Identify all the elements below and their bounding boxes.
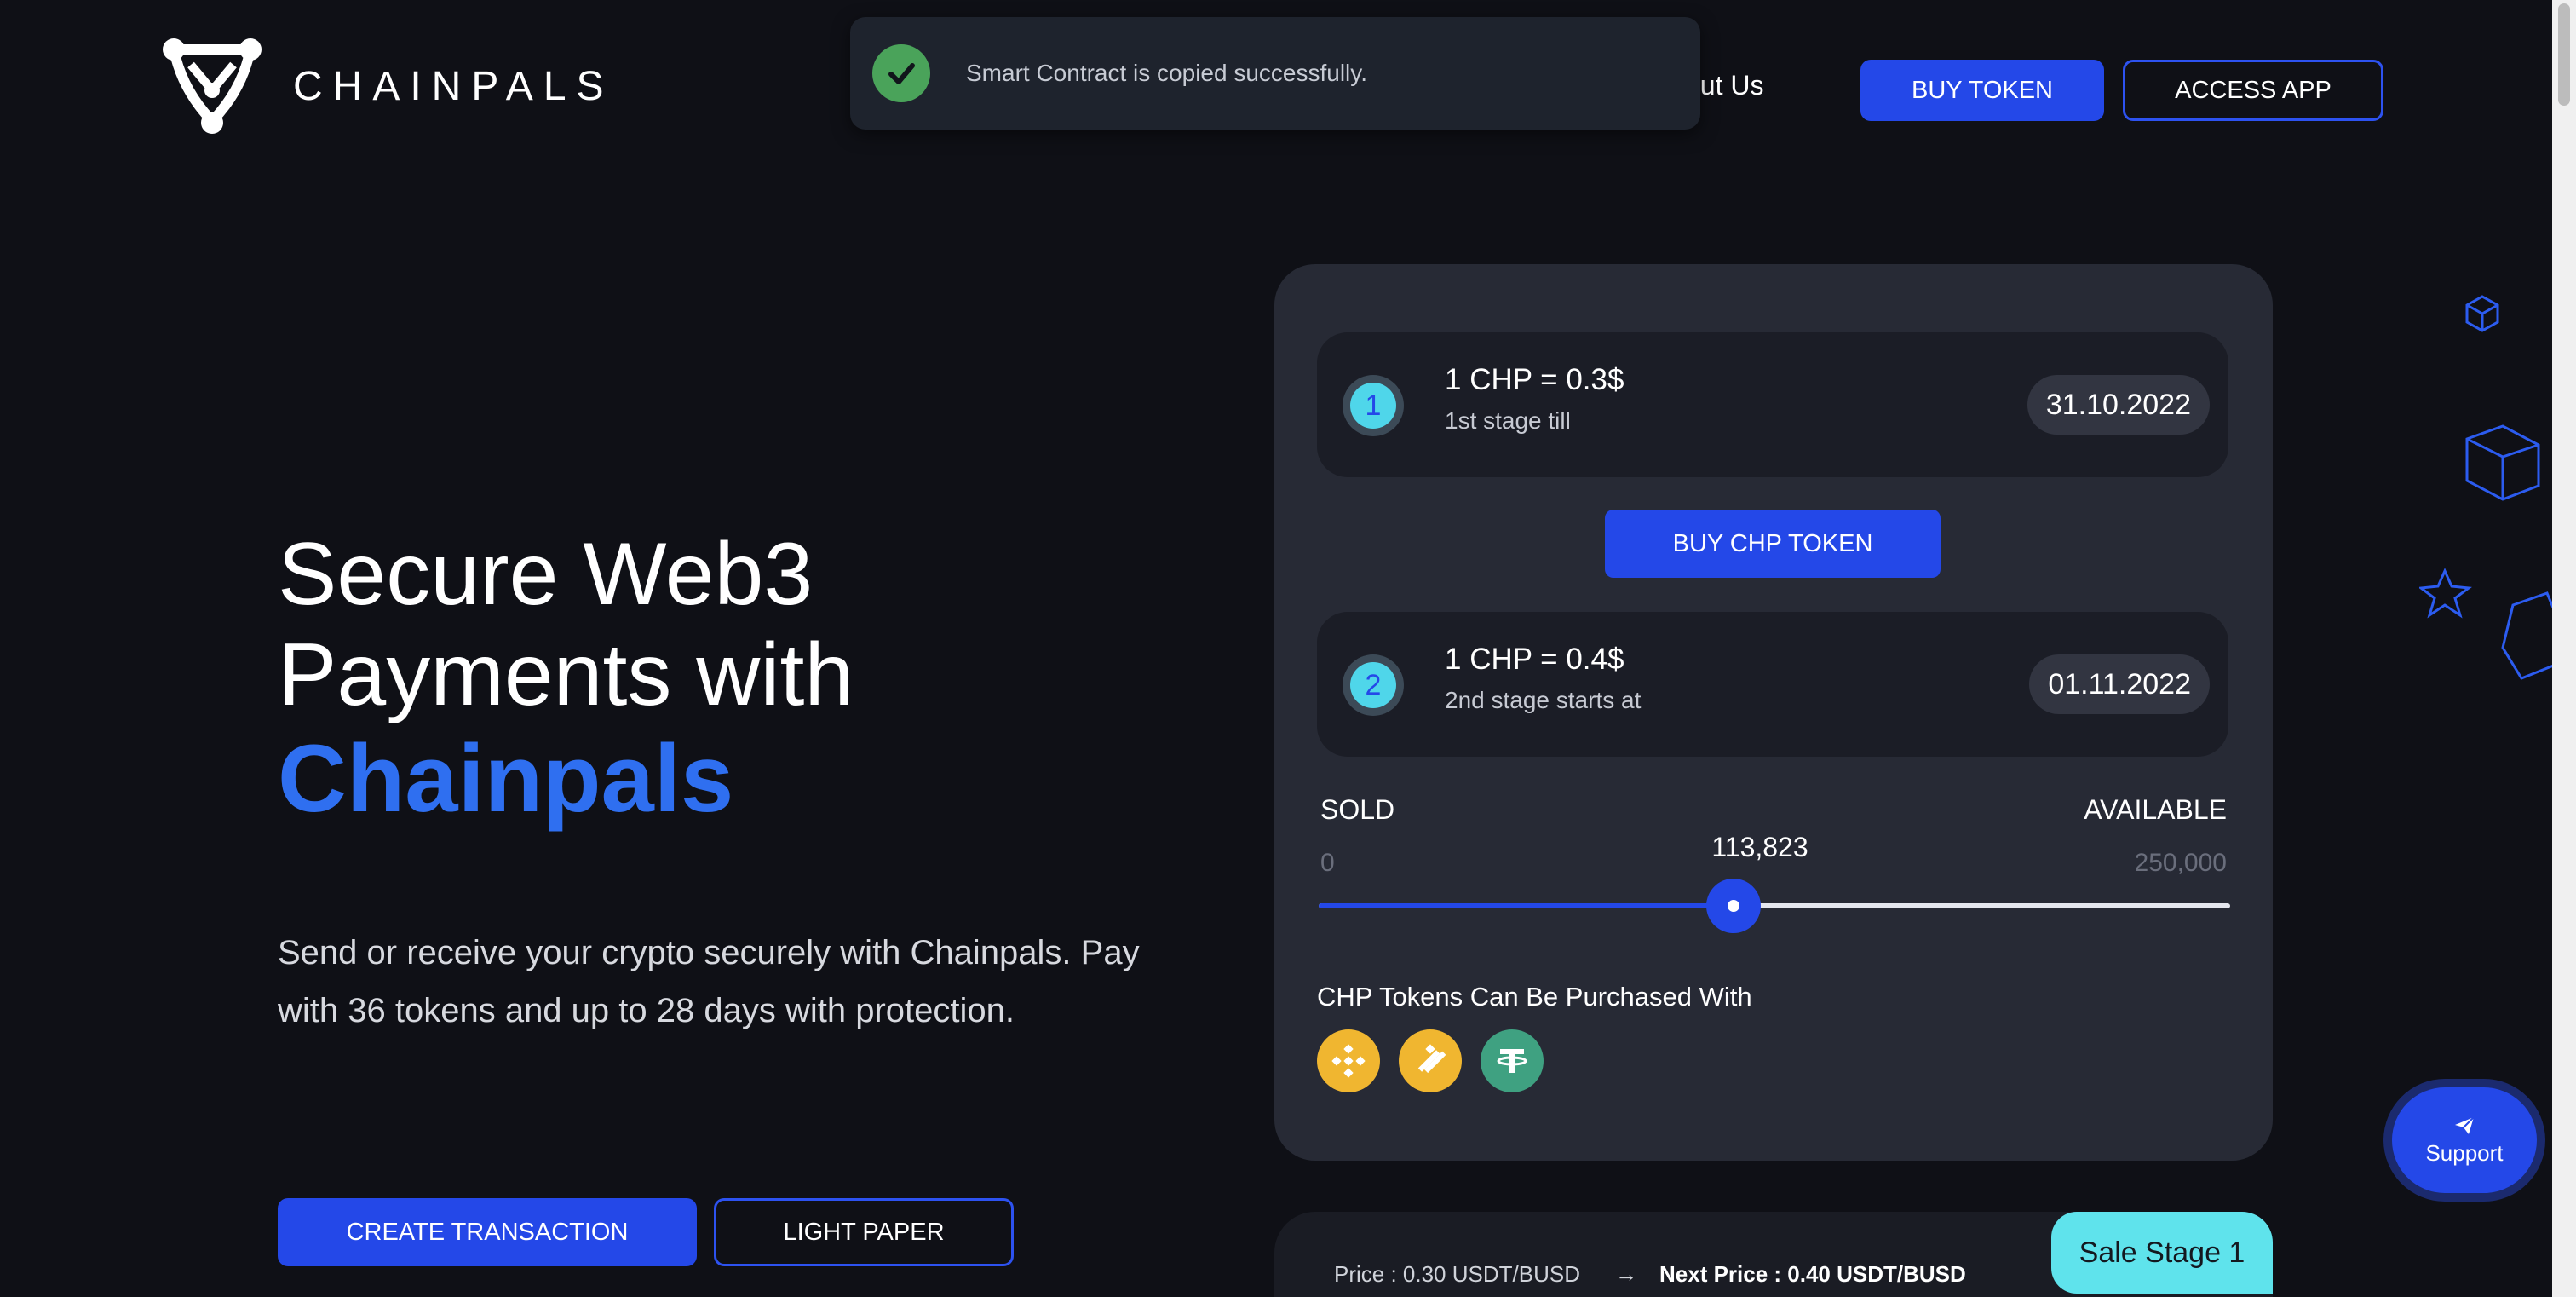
hero-description: Send or receive your crypto securely wit… (278, 934, 1140, 1029)
hero-title-highlight: Chainpals (278, 725, 734, 832)
hero-title-line-2: Payments with (278, 625, 854, 724)
stage-date: 01.11.2022 (2029, 654, 2210, 714)
stage-1-panel: 1 1 CHP = 0.3$ 1st stage till 31.10.2022 (1317, 332, 2228, 477)
stage-number-badge: 1 (1343, 375, 1404, 436)
scrollbar-thumb[interactable] (2558, 3, 2570, 106)
sold-current-value: 113,823 (1711, 832, 1808, 862)
send-icon (2455, 1115, 2475, 1134)
purchase-methods-label: CHP Tokens Can Be Purchased With (1317, 982, 1752, 1012)
brand-name: CHAINPALS (293, 64, 614, 109)
stage-subtitle: 2nd stage starts at (1445, 687, 1642, 713)
usdt-icon (1481, 1029, 1544, 1092)
light-paper-button[interactable]: LIGHT PAPER (714, 1198, 1014, 1266)
buy-chp-token-button[interactable]: BUY CHP TOKEN (1605, 510, 1941, 578)
token-sale-card: 1 1 CHP = 0.3$ 1st stage till 31.10.2022… (1274, 264, 2273, 1161)
support-label: Support (2425, 1139, 2504, 1166)
stage-subtitle: 1st stage till (1445, 407, 1571, 434)
create-transaction-button[interactable]: CREATE TRANSACTION (278, 1198, 697, 1266)
buy-token-button[interactable]: BUY TOKEN (1860, 60, 2104, 121)
current-price: Price : 0.30 USDT/BUSD (1334, 1261, 1580, 1287)
sale-progress-slider[interactable] (1319, 879, 2230, 933)
bnb-icon (1317, 1029, 1380, 1092)
stage-date: 31.10.2022 (2027, 375, 2210, 435)
available-label: AVAILABLE (2084, 794, 2227, 825)
success-toast: Smart Contract is copied successfully. (850, 17, 1700, 130)
arrow-right-icon: → (1615, 1261, 1637, 1287)
stage-2-panel: 2 1 CHP = 0.4$ 2nd stage starts at 01.11… (1317, 612, 2228, 757)
slider-fill (1319, 903, 1734, 908)
check-icon (872, 44, 930, 102)
available-max-value: 250,000 (2134, 849, 2227, 877)
sold-min-value: 0 (1320, 849, 1335, 877)
stage-number-badge: 2 (1343, 654, 1404, 716)
decorative-cubes (2419, 295, 2556, 680)
slider-thumb[interactable] (1705, 879, 1761, 933)
sale-stage-badge: Sale Stage 1 (2051, 1212, 2273, 1294)
next-price: Next Price : 0.40 USDT/BUSD (1659, 1261, 1966, 1287)
support-button[interactable]: Support (2392, 1087, 2537, 1193)
stage-price: 1 CHP = 0.4$ (1445, 643, 1624, 676)
stage-price: 1 CHP = 0.3$ (1445, 363, 1624, 396)
price-info-bar: Price : 0.30 USDT/BUSD → Next Price : 0.… (1274, 1212, 2273, 1297)
chainpals-logo[interactable] (157, 31, 267, 141)
hero-title-line-1: Secure Web3 (278, 525, 814, 624)
page-scrollbar[interactable] (2552, 0, 2576, 1297)
busd-icon (1399, 1029, 1462, 1092)
sold-label: SOLD (1320, 794, 1395, 825)
access-app-button[interactable]: ACCESS APP (2123, 60, 2383, 121)
toast-message: Smart Contract is copied successfully. (966, 60, 1367, 86)
